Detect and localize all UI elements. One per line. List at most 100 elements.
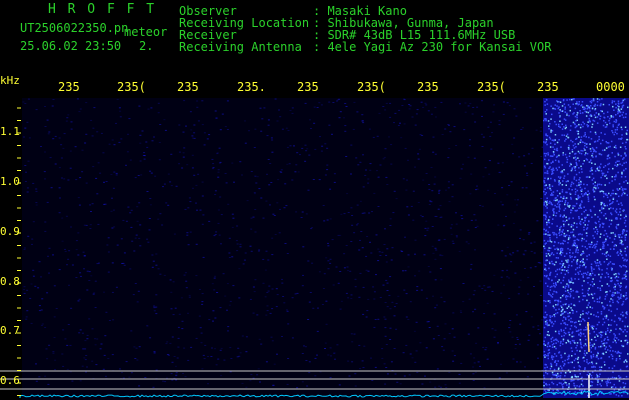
burst-dot — [562, 152, 564, 154]
burst-dot — [613, 245, 615, 247]
field-label-antenna: Receiving Antenna — [179, 40, 302, 54]
burst-dot — [606, 235, 609, 238]
burst-dot — [571, 279, 573, 281]
burst-dot — [553, 245, 555, 247]
burst-dot — [602, 245, 604, 248]
burst-dot — [602, 247, 604, 249]
burst-dot — [558, 112, 560, 114]
noise-dot — [149, 204, 152, 206]
burst-dot — [597, 287, 599, 289]
noise-dot — [250, 217, 253, 219]
noise-dot — [91, 328, 94, 330]
burst-dot — [561, 171, 564, 174]
noise-dot — [244, 252, 247, 254]
burst-dot — [556, 100, 558, 102]
noise-dot — [92, 293, 95, 295]
burst-dot — [586, 104, 588, 107]
burst-dot — [545, 113, 547, 115]
burst-dot — [620, 242, 623, 244]
burst-dot — [580, 383, 583, 386]
burst-dot — [612, 201, 614, 203]
burst-dot — [579, 335, 582, 337]
noise-dot — [470, 173, 473, 175]
burst-dot — [609, 331, 611, 333]
burst-dot — [614, 193, 617, 195]
noise-dot — [135, 347, 138, 349]
burst-dot — [563, 329, 565, 332]
noise-dot — [141, 130, 144, 132]
burst-dot — [590, 115, 593, 117]
burst-dot — [556, 273, 558, 276]
burst-dot — [572, 217, 574, 219]
noise-dot — [350, 333, 353, 335]
noise-dot — [437, 335, 440, 336]
noise-dot — [410, 205, 413, 207]
noise-dot — [211, 168, 214, 170]
burst-dot — [606, 383, 608, 385]
burst-dot — [554, 197, 557, 199]
noise-dot — [408, 374, 411, 376]
burst-dot — [600, 311, 603, 313]
burst-dot — [593, 99, 595, 101]
noise-dot — [484, 349, 487, 351]
burst-dot — [577, 197, 579, 200]
burst-dot — [567, 260, 570, 262]
burst-dot — [606, 258, 608, 260]
burst-dot — [619, 138, 622, 140]
noise-dot — [494, 193, 496, 194]
noise-dot — [107, 358, 110, 359]
burst-dot — [626, 230, 628, 232]
burst-dot — [558, 181, 560, 184]
burst-dot — [596, 104, 599, 107]
noise-dot — [391, 301, 394, 303]
burst-dot — [606, 267, 608, 270]
noise-dot — [188, 197, 191, 199]
burst-dot — [585, 232, 588, 234]
noise-dot — [193, 137, 196, 139]
burst-dot — [570, 325, 573, 327]
noise-dot — [449, 131, 452, 133]
burst-dot — [570, 185, 572, 187]
noise-dot — [434, 247, 437, 249]
noise-dot — [154, 175, 157, 177]
noise-dot — [389, 308, 392, 310]
noise-dot — [211, 347, 213, 349]
burst-dot — [581, 188, 583, 191]
noise-dot — [338, 384, 341, 386]
noise-dot — [381, 251, 384, 253]
noise-dot — [203, 132, 206, 134]
burst-dot — [615, 114, 617, 116]
noise-dot — [486, 359, 489, 360]
noise-dot — [100, 343, 103, 345]
burst-dot — [597, 335, 599, 337]
burst-dot — [625, 180, 627, 182]
burst-dot — [582, 222, 585, 224]
noise-dot — [157, 102, 160, 104]
noise-dot — [131, 240, 134, 242]
noise-dot — [188, 294, 191, 296]
burst-dot — [591, 272, 594, 275]
noise-dot — [201, 223, 204, 225]
burst-dot — [573, 382, 575, 385]
burst-dot — [605, 381, 607, 383]
burst-dot — [563, 169, 565, 171]
burst-dot — [608, 157, 611, 159]
noise-dot — [125, 220, 128, 222]
noise-dot — [537, 328, 540, 330]
noise-dot — [318, 102, 321, 104]
burst-dot — [620, 214, 622, 216]
burst-dot — [611, 279, 613, 282]
burst-dot — [550, 168, 553, 171]
burst-dot — [562, 308, 564, 311]
noise-dot — [26, 191, 29, 193]
burst-dot — [550, 241, 553, 243]
noise-dot — [359, 200, 362, 202]
noise-dot — [175, 372, 178, 374]
burst-dot — [609, 255, 612, 257]
burst-dot — [581, 376, 583, 379]
burst-dot — [595, 112, 598, 114]
noise-dot — [425, 104, 428, 106]
burst-dot — [562, 229, 564, 231]
burst-dot — [563, 331, 566, 334]
noise-dot — [398, 109, 401, 111]
